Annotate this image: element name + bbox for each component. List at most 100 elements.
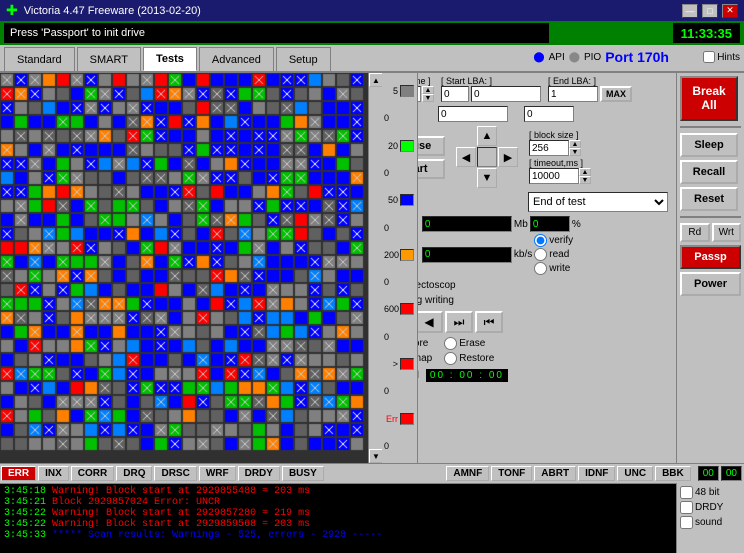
restore-button[interactable]: □	[702, 4, 718, 18]
progress-section: RS 0 Mb 0 %	[385, 216, 673, 275]
drq-indicator[interactable]: DRQ	[116, 466, 152, 481]
zero-row	[385, 106, 673, 122]
transport-row: ▶ ◀ ⏭ ⏮	[385, 311, 673, 333]
arrow-right-btn[interactable]: ▶	[498, 147, 518, 167]
inx-indicator[interactable]: INX	[38, 466, 69, 481]
end-lba-group: [ End LBA: ] MAX	[548, 76, 632, 102]
timeout-label: [ timeout,ms ]	[529, 158, 591, 168]
time-down-btn[interactable]: ▼	[422, 94, 434, 102]
sleep-button[interactable]: Sleep	[680, 133, 738, 157]
scan-count-5: 5	[384, 85, 415, 97]
status-dropdown[interactable]: End of test	[528, 192, 668, 212]
start-lba-input[interactable]	[441, 86, 469, 102]
mb-value: 0	[423, 219, 431, 230]
pct-unit: %	[572, 219, 581, 230]
minimize-button[interactable]: —	[682, 4, 698, 18]
count-20-value: 0	[384, 168, 415, 178]
title-bar: ✚ Victoria 4.47 Freeware (2013-02-20) — …	[0, 0, 744, 21]
abrt-indicator[interactable]: ABRT	[534, 466, 576, 481]
disk-grid-canvas[interactable]	[0, 73, 376, 463]
scroll-up-btn[interactable]: ▲	[369, 73, 383, 87]
log-section: 3:45:18 Warning! Block start at 29298554…	[0, 483, 744, 553]
tab-advanced[interactable]: Advanced	[199, 47, 274, 71]
hints-label: Hints	[717, 52, 740, 63]
lba-zero-input[interactable]	[438, 106, 508, 122]
hints-area[interactable]: Hints	[703, 51, 740, 63]
scan-counts-panel: 5 0 20 0 50 0 200	[382, 73, 418, 463]
count-600-value: 0	[384, 332, 415, 342]
log-line-4: 3:45:33 ***** Scan results: Warnings - 5…	[4, 530, 672, 541]
drive-label: Press 'Passport' to init drive	[4, 23, 549, 43]
timeout-input[interactable]	[529, 168, 579, 184]
passp-button[interactable]: Passp	[680, 245, 741, 269]
scan-count-err: Err	[384, 413, 415, 425]
reset-button[interactable]: Reset	[680, 187, 738, 211]
log-output: 3:45:18 Warning! Block start at 29298554…	[0, 483, 676, 553]
max-button[interactable]: MAX	[600, 86, 632, 102]
port-area: ⬤ API ⬤ PIO Port 170h	[533, 49, 669, 65]
time-up-btn[interactable]: ▲	[422, 86, 434, 94]
erase-option[interactable]: Erase	[444, 337, 494, 350]
start-lba-value[interactable]	[471, 86, 541, 102]
wrf-indicator[interactable]: WRF	[199, 466, 236, 481]
repair-row: Ignore Remap Erase Restore	[385, 337, 673, 365]
counter-left: 00	[698, 466, 719, 481]
amnf-indicator[interactable]: AMNF	[446, 466, 489, 481]
bbk-indicator[interactable]: BBK	[655, 466, 691, 481]
scroll-down-btn[interactable]: ▼	[369, 449, 383, 463]
err-indicator[interactable]: ERR	[1, 466, 36, 481]
drdy-indicator[interactable]: DRDY	[238, 466, 280, 481]
log-line-3: 3:45:22 Warning! Block start at 29298595…	[4, 519, 672, 530]
scroll-track	[369, 87, 382, 449]
hints-checkbox[interactable]	[703, 51, 715, 63]
arrow-left-btn[interactable]: ◀	[456, 147, 476, 167]
end-lba-zero-input[interactable]	[524, 106, 574, 122]
back-btn[interactable]: ◀	[415, 311, 443, 333]
drsc-indicator[interactable]: DRSC	[154, 466, 196, 481]
write-option[interactable]: write	[534, 262, 573, 275]
wrt-button[interactable]: Wrt	[712, 223, 742, 242]
sound-option[interactable]: sound	[680, 516, 741, 529]
power-button[interactable]: Power	[680, 272, 741, 296]
corr-indicator[interactable]: CORR	[71, 466, 114, 481]
rd-button[interactable]: Rd	[680, 223, 710, 242]
bit48-option[interactable]: 48 bit	[680, 486, 741, 499]
arrow-down-btn[interactable]: ▼	[477, 168, 497, 188]
tonf-indicator[interactable]: TONF	[491, 466, 532, 481]
bottom-right-options: 48 bit DRDY sound	[676, 483, 744, 553]
timeout-down-btn[interactable]: ▼	[579, 176, 591, 184]
tab-tests[interactable]: Tests	[143, 47, 197, 71]
unc-indicator[interactable]: UNC	[617, 466, 653, 481]
rd-wrt-row: Rd Wrt	[680, 223, 741, 242]
arrow-up-btn[interactable]: ▲	[477, 126, 497, 146]
recall-button[interactable]: Recall	[680, 160, 738, 184]
close-button[interactable]: ✕	[722, 4, 738, 18]
scan-count-600: 600	[384, 303, 415, 315]
idnf-indicator[interactable]: IDNF	[578, 466, 615, 481]
scan-count-20: 20	[384, 140, 415, 152]
block-up-btn[interactable]: ▲	[569, 140, 581, 148]
tab-smart[interactable]: SMART	[77, 47, 141, 71]
verify-option[interactable]: verify	[534, 234, 573, 247]
skip-btn[interactable]: ⏭	[445, 311, 473, 333]
restore-option[interactable]: Restore	[444, 352, 494, 365]
tab-setup[interactable]: Setup	[276, 47, 331, 71]
pct-progress-bar: 0	[530, 216, 570, 232]
mb-progress-bar: 0	[422, 216, 512, 232]
separator-1	[680, 126, 741, 128]
counters-area: 00 00	[696, 464, 744, 483]
tab-standard[interactable]: Standard	[4, 47, 75, 71]
busy-indicator[interactable]: BUSY	[282, 466, 324, 481]
block-down-btn[interactable]: ▼	[569, 148, 581, 156]
drdy-option[interactable]: DRDY	[680, 501, 741, 514]
end-lba-input[interactable]	[548, 86, 598, 102]
right-sidebar: Break All Sleep Recall Reset Rd Wrt Pass…	[676, 73, 744, 463]
status-row-panel: End of test	[385, 192, 673, 212]
disk-grid-container: ▲ ▼	[0, 73, 382, 463]
block-size-input[interactable]	[529, 140, 569, 156]
start-lba-label: [ Start LBA: ]	[441, 76, 541, 86]
break-all-button[interactable]: Break All	[680, 76, 738, 121]
end-btn[interactable]: ⏮	[475, 311, 503, 333]
read-option[interactable]: read	[534, 248, 573, 261]
timeout-up-btn[interactable]: ▲	[579, 168, 591, 176]
